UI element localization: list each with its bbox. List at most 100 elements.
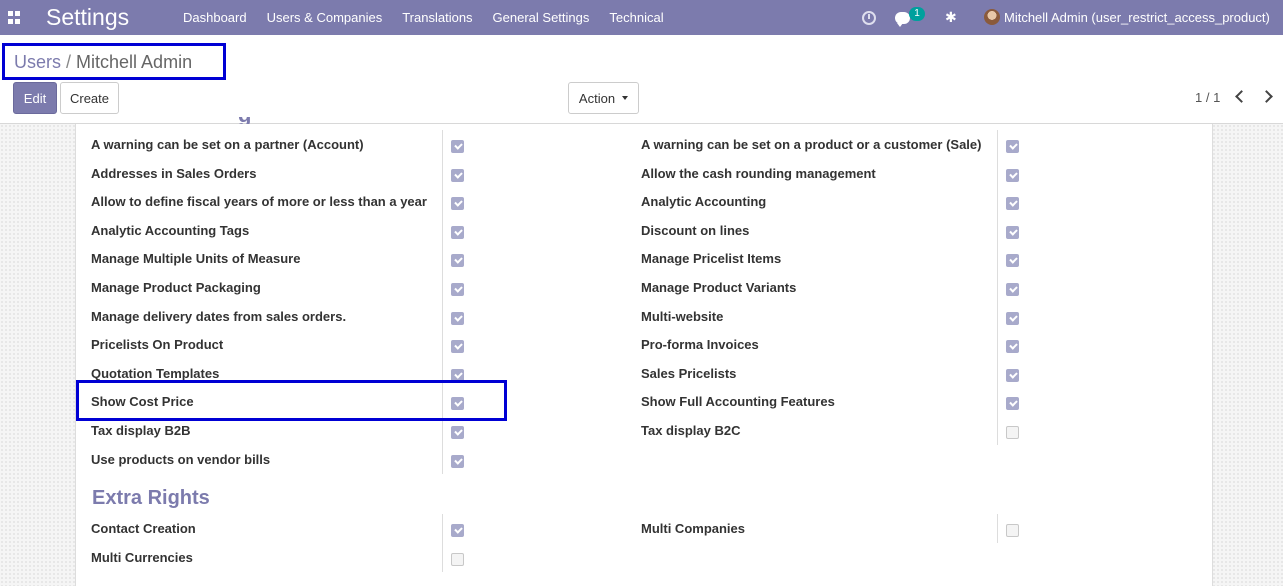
field-checkbox[interactable]: [1006, 397, 1019, 411]
field-separator: [442, 387, 443, 417]
field-checkbox[interactable]: [1006, 311, 1019, 325]
field-checkbox[interactable]: [451, 311, 464, 325]
field-checkbox[interactable]: [451, 340, 464, 354]
action-label: Action: [578, 90, 616, 106]
field-checkbox[interactable]: [1006, 197, 1019, 211]
field-separator: [442, 273, 443, 302]
field-separator: [997, 130, 998, 159]
field-label: Tax display B2C: [641, 423, 741, 438]
field-checkbox[interactable]: [1006, 283, 1019, 296]
field-label: Allow to define fiscal years of more or …: [91, 194, 427, 210]
field-label: Pro-forma Invoices: [641, 337, 759, 353]
menu-dashboard[interactable]: Dashboard: [173, 10, 257, 25]
field-separator: [442, 330, 443, 360]
chat-icon[interactable]: [895, 0, 910, 35]
field-checkbox[interactable]: [1006, 426, 1019, 439]
field-label: Show Full Accounting Features: [641, 394, 835, 410]
user-avatar[interactable]: [984, 9, 1000, 25]
pager-next-icon[interactable]: [1262, 88, 1274, 104]
field-label: Analytic Accounting: [641, 194, 767, 210]
field-separator: [997, 215, 998, 245]
field-label: Sales Pricelists: [641, 365, 737, 381]
section-title-extra-rights: Extra Rights: [92, 487, 210, 509]
pager-previous-icon[interactable]: [1234, 88, 1246, 104]
field-separator: [442, 358, 443, 388]
field-separator: [442, 215, 443, 245]
field-separator: [997, 158, 998, 188]
field-checkbox[interactable]: [1006, 524, 1019, 537]
create-button[interactable]: Create: [60, 82, 119, 114]
field-checkbox[interactable]: [1006, 254, 1019, 268]
field-label: Manage Product Variants: [641, 280, 797, 295]
field-separator: [442, 130, 443, 159]
debug-bug-icon[interactable]: ✱: [945, 0, 957, 35]
field-checkbox[interactable]: [1006, 225, 1019, 239]
field-label: Use products on vendor bills: [91, 451, 271, 467]
field-label: Multi Currencies: [91, 549, 193, 565]
field-label: Manage Product Packaging: [91, 280, 261, 295]
field-label: Manage Pricelist Items: [641, 251, 782, 267]
field-separator: [442, 542, 443, 572]
menu-technical[interactable]: Technical: [599, 10, 673, 25]
field-separator: [997, 301, 998, 331]
field-label: Manage delivery dates from sales orders.: [91, 308, 347, 324]
main-menu: Dashboard Users & Companies Translations…: [173, 0, 674, 35]
field-separator: [997, 514, 998, 543]
field-checkbox[interactable]: [451, 524, 464, 537]
field-separator: [997, 387, 998, 417]
field-separator: [997, 358, 998, 388]
field-label: Tax display B2B: [91, 423, 191, 438]
field-checkbox[interactable]: [451, 140, 464, 153]
field-label: Quotation Templates: [91, 365, 220, 381]
field-checkbox[interactable]: [1006, 140, 1019, 153]
field-checkbox[interactable]: [451, 283, 464, 296]
top-navbar: Settings Dashboard Users & Companies Tra…: [0, 0, 1283, 35]
action-dropdown-button[interactable]: Action: [568, 82, 639, 114]
field-separator: [442, 187, 443, 217]
field-separator: [997, 416, 998, 445]
field-checkbox[interactable]: [451, 426, 464, 439]
field-label: Pricelists On Product: [91, 337, 224, 353]
field-label: Manage Multiple Units of Measure: [91, 251, 301, 267]
menu-translations[interactable]: Translations: [392, 10, 482, 25]
edit-button[interactable]: Edit: [13, 82, 57, 114]
field-label: Multi Companies: [641, 521, 746, 536]
field-checkbox[interactable]: [451, 454, 464, 468]
pager-value: 1 / 1: [1195, 90, 1221, 105]
chat-count-badge: 1: [909, 7, 925, 21]
field-label: A warning can be set on a partner (Accou…: [91, 137, 364, 152]
breadcrumb: Users / Mitchell Admin: [14, 52, 192, 73]
field-separator: [997, 187, 998, 217]
field-checkbox[interactable]: [451, 368, 464, 382]
menu-users-companies[interactable]: Users & Companies: [257, 10, 393, 25]
field-checkbox[interactable]: [451, 254, 464, 268]
field-checkbox[interactable]: [451, 225, 464, 239]
field-label: Multi-website: [641, 308, 724, 324]
field-checkbox[interactable]: [451, 552, 464, 566]
breadcrumb-users[interactable]: Users: [14, 52, 61, 72]
field-checkbox[interactable]: [451, 397, 464, 411]
field-label: Discount on lines: [641, 222, 750, 238]
field-separator: [997, 244, 998, 274]
field-label: Addresses in Sales Orders: [91, 165, 257, 181]
field-separator: [442, 244, 443, 274]
apps-menu-icon[interactable]: [8, 11, 21, 24]
field-label: Allow the cash rounding management: [641, 165, 876, 181]
field-separator: [997, 273, 998, 302]
field-separator: [442, 301, 443, 331]
user-menu[interactable]: Mitchell Admin (user_restrict_access_pro…: [1004, 10, 1270, 25]
field-separator: [442, 514, 443, 543]
field-checkbox[interactable]: [1006, 168, 1019, 182]
section-title-clipped: [238, 117, 254, 124]
activity-clock-icon[interactable]: [862, 0, 876, 35]
field-checkbox[interactable]: [1006, 340, 1019, 354]
menu-general-settings[interactable]: General Settings: [483, 10, 600, 25]
field-checkbox[interactable]: [451, 168, 464, 182]
field-label: Show Cost Price: [91, 394, 194, 410]
breadcrumb-current: Mitchell Admin: [76, 52, 193, 72]
field-checkbox[interactable]: [1006, 368, 1019, 382]
field-separator: [442, 444, 443, 474]
field-checkbox[interactable]: [451, 197, 464, 211]
field-separator: [442, 158, 443, 188]
field-separator: [442, 416, 443, 445]
